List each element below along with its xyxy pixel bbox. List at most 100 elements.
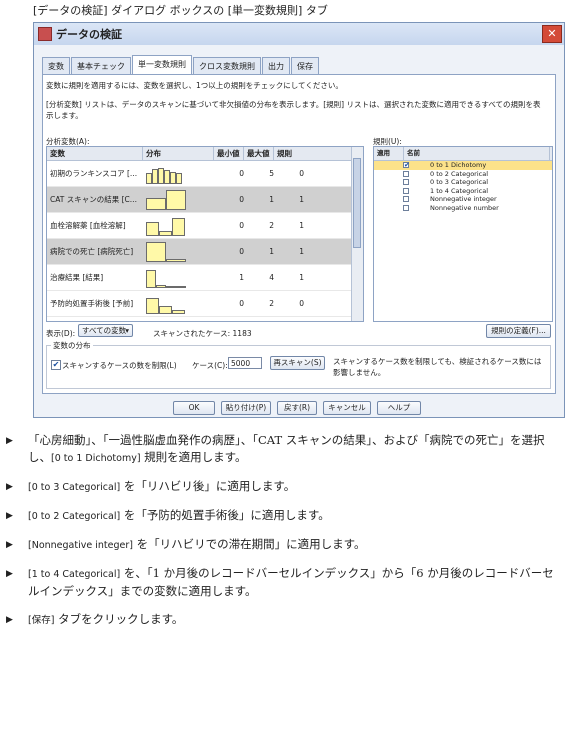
rule-checkbox[interactable] [403,204,409,211]
ui-term: [0 to 3 Categorical] [28,482,121,493]
scan-note: スキャンするケース数を制限しても、検証されるケース数には影響しません。 [333,357,542,377]
histogram-bar [166,285,176,288]
col-rule[interactable]: 規則 [274,147,352,160]
step-text: [保存] タブをクリックします。 [28,611,183,629]
rule-checkbox[interactable]: ✔ [403,162,410,169]
description-text: [分析変数] リストは、データのスキャンに基づいて非欠損値の分布を表示します。[… [46,99,551,121]
tab-cross-variable-rules[interactable]: クロス変数規則 [193,57,261,75]
min-value: 0 [239,195,244,204]
variable-name: CAT スキャンの結果 [C... [50,195,137,204]
col-max[interactable]: 最大値 [244,147,274,160]
bullet-arrow-icon: ▶ [6,511,13,521]
rule-checkbox[interactable] [403,187,409,194]
ui-term: [1 to 4 Categorical] [28,569,121,580]
rule-item[interactable]: ✔ 0 to 1 Dichotomy [374,161,552,170]
variable-name: 病院での死亡 [病院死亡] [50,247,134,256]
analysis-variables-table[interactable]: 変数 分布 最小値 最大値 規則 初期のランキンスコア [... 0 5 0 CAT ス… [46,146,364,322]
rule-item[interactable]: 1 to 4 Categorical [374,187,552,196]
figure-caption: [データの検証] ダイアログ ボックスの [単一変数規則] タブ [33,4,328,17]
variable-rows: 初期のランキンスコア [... 0 5 0 CAT スキャンの結果 [C... 0 1 1 血栓… [47,161,363,317]
display-label: 表示(D): [46,329,76,338]
table-row[interactable]: 初期のランキンスコア [... 0 5 0 [47,161,363,187]
ui-term: [Nonnegative integer] [28,540,133,551]
histogram-bar [146,197,166,210]
table-row[interactable]: 治療結果 [結果] 1 4 1 [47,265,363,291]
paste-button[interactable]: 貼り付け(P) [221,401,271,415]
rescan-button[interactable]: 再スキャン(S) [270,356,325,370]
description-line-2: 示します。 [46,111,83,120]
display-dropdown[interactable]: すべての変数 ▾ [78,324,133,337]
rule-name: 0 to 2 Categorical [430,169,489,178]
rule-name: Nonnegative number [430,203,499,212]
histogram-bar [166,258,186,262]
tab-variables[interactable]: 変数 [42,57,70,75]
histogram-bar [156,284,166,288]
table-row[interactable]: 予防的処置手術後 [予前] 0 2 0 [47,291,363,317]
col-distribution[interactable]: 分布 [143,147,214,160]
tab-single-variable-rules[interactable]: 単一変数規則 [132,55,192,75]
distribution-cell [143,216,214,236]
distribution-group-label: 変数の分布 [51,340,93,351]
cases-input[interactable]: 5000 [228,357,262,369]
step-segment: タブをクリックします。 [54,612,184,626]
distribution-cell [143,189,214,210]
rule-name: 1 to 4 Categorical [430,186,489,195]
rule-checkbox[interactable] [403,170,409,177]
table-row[interactable]: 病院での死亡 [病院死亡] 0 1 1 [47,239,363,265]
rule-checkbox[interactable] [403,196,409,202]
histogram-bar [172,309,185,314]
max-value: 1 [269,247,274,256]
histogram-bar [176,172,182,184]
min-value: 0 [239,169,244,178]
tab-panel: 変数に規則を適用するには、変数を選択し、1つ以上の規則をチェックにしてください。… [42,74,556,394]
step-segment: を「リハビリでの滞在期間」に適用します。 [132,537,366,551]
tab-basic-checks[interactable]: 基本チェック [71,57,131,75]
title-bar: データの検証 ✕ [34,23,564,45]
define-rules-button[interactable]: 規則の定義(F)... [486,324,551,338]
histogram-bar [166,189,186,210]
rules-list[interactable]: 適用 名前 ✔ 0 to 1 Dichotomy 0 to 2 Categorica… [373,146,553,322]
ok-button[interactable]: OK [173,401,215,415]
table-scrollbar[interactable] [351,147,363,321]
distribution-cell [143,241,214,262]
distribution-histogram [146,216,188,236]
limit-cases-checkbox[interactable]: ✔ [51,360,61,370]
rule-count: 0 [299,169,304,178]
distribution-histogram [146,241,188,262]
distribution-histogram [146,189,188,210]
table-row[interactable]: CAT スキャンの結果 [C... 0 1 1 [47,187,363,213]
rule-item[interactable]: Nonnegative number [374,204,552,213]
tab-output[interactable]: 出力 [262,57,290,75]
cancel-button[interactable]: キャンセル [323,401,371,415]
col-min[interactable]: 最小値 [214,147,244,160]
step-text: [0 to 2 Categorical] を「予防的処置手術後」に適用します。 [28,507,330,525]
step-item: ▶ [0 to 2 Categorical] を「予防的処置手術後」に適用します。 [4,507,564,525]
step-segment: 規則を適用します。 [140,450,247,464]
rule-item[interactable]: 0 to 3 Categorical [374,178,552,187]
col-rule-name: 名前 [404,147,550,160]
chevron-down-icon: ▾ [125,326,129,335]
min-value: 0 [239,247,244,256]
step-text: [0 to 3 Categorical] を「リハビリ後」に適用します。 [28,478,295,496]
description-line-1: [分析変数] リストは、データのスキャンに基づいて非欠損値の分布を表示します。[… [46,100,541,109]
help-button[interactable]: ヘルプ [377,401,421,415]
col-variable[interactable]: 変数 [47,147,143,160]
bullet-arrow-icon: ▶ [6,482,13,492]
rule-name: 0 to 1 Dichotomy [430,161,487,169]
rules-header: 適用 名前 [374,147,552,161]
distribution-histogram [146,164,188,184]
rule-count: 1 [299,273,304,282]
tab-save[interactable]: 保存 [291,57,319,75]
rule-checkbox[interactable] [403,179,409,185]
scrollbar-thumb[interactable] [353,158,361,248]
scanned-cases-text: スキャンされたケース: 1183 [153,329,252,338]
distribution-cell [143,164,214,184]
reset-button[interactable]: 戻す(R) [277,401,317,415]
min-value: 1 [239,273,244,282]
instruction-steps: ▶ 「心房細動」、「一過性脳虚血発作の病歴」、「CAT スキャンの結果」、および「… [4,432,564,640]
close-icon[interactable]: ✕ [542,25,562,43]
rule-item[interactable]: Nonnegative integer [374,195,552,204]
table-row[interactable]: 血栓溶解薬 [血栓溶解] 0 2 1 [47,213,363,239]
max-value: 2 [269,221,274,230]
rule-item[interactable]: 0 to 2 Categorical [374,170,552,179]
